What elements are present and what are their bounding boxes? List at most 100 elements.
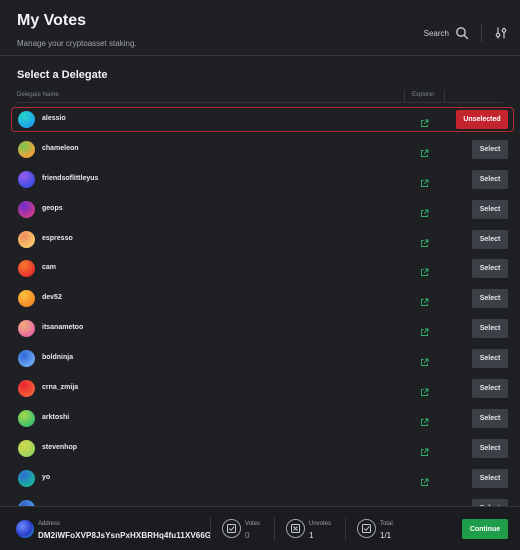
delegate-row[interactable]: dev52 Select [0,285,520,315]
delegate-name: dev52 [42,294,62,302]
delegate-avatar [18,439,35,457]
unvotes-icon [286,519,305,538]
external-link-icon[interactable] [420,294,429,307]
select-button[interactable]: Select [472,169,508,189]
address-label: Address [38,521,61,527]
header-divider [481,24,482,42]
votes-icon [222,519,241,538]
select-button[interactable]: Select [472,408,508,428]
external-link-icon[interactable] [420,384,429,396]
delegate-name: cam [42,264,57,272]
external-link-icon[interactable] [420,354,429,367]
select-button[interactable]: Select [472,438,508,458]
total-label: Total [380,521,393,527]
delegate-avatar [18,140,35,158]
select-button[interactable]: Select [472,319,508,339]
selected-row-outline [11,107,514,132]
filter-sliders-icon[interactable] [494,26,508,40]
delegate-avatar [18,260,35,278]
delegate-name: itsanametoo [42,324,84,332]
delegate-avatar [18,111,35,128]
delegate-name: boldninja [42,354,74,362]
external-link-icon[interactable] [420,115,429,127]
select-button[interactable]: Select [472,349,508,369]
delegate-row[interactable]: arktoshi Select [0,405,520,435]
unvotes-label: Unvotes [309,521,332,527]
column-divider [444,90,445,102]
delegate-row[interactable]: itsanametoo Select [0,315,520,345]
delegate-avatar [18,230,35,248]
delegate-avatar [18,200,35,218]
delegate-list-panel: Select a Delegate Delegate Name Explorer… [0,56,520,506]
select-button[interactable]: Select [472,498,508,506]
delegate-rows: alessio Unselected chameleon Select friendso… [0,106,520,506]
delegate-row[interactable]: espresso Select [0,226,520,256]
delegate-avatar [18,469,35,487]
page-header: My Votes Manage your cryptoasset staking… [0,0,520,56]
delegate-name: geops [42,204,63,212]
delegate-avatar [18,290,35,308]
external-link-icon[interactable] [420,175,429,187]
column-header-name: Delegate Name [17,92,59,98]
delegate-name: alessio [42,115,66,122]
footer-divider [274,517,275,541]
external-link-icon[interactable] [420,235,429,247]
table-header-line [17,102,503,103]
delegate-row[interactable]: boldninja Select [0,345,520,375]
total-icon [357,519,376,538]
external-link-icon[interactable] [420,324,429,337]
select-button[interactable]: Select [472,199,508,219]
select-button[interactable]: Select [472,259,508,279]
vote-summary-footer: Address DM2iWFoXVP8JsYsnPxHXBRHq4fu11XV6… [0,506,520,550]
delegate-row[interactable]: geops Select [0,196,520,226]
unselect-button[interactable]: Unselected [456,110,508,129]
delegate-name: espresso [42,234,73,242]
external-link-icon[interactable] [420,264,429,277]
delegate-name: chameleon [42,144,79,152]
continue-button[interactable]: Continue [462,519,508,539]
delegate-avatar [18,170,35,188]
search-label[interactable]: Search [424,29,449,38]
delegate-name: friendsoflittleyus [42,174,99,182]
select-button[interactable]: Select [472,468,508,488]
delegate-row[interactable]: chameleon Select [0,136,520,166]
footer-divider [345,517,346,541]
column-header-explorer: Explorer [412,92,435,98]
delegate-name: arktoshi [42,413,70,421]
delegate-row[interactable]: friendsoflittleyus Select [0,166,520,196]
total-value: 1/1 [380,531,392,540]
unvotes-value: 1 [309,531,314,540]
delegate-avatar [18,380,35,398]
delegate-name: stevenhop [42,443,78,451]
column-divider [404,90,405,102]
delegate-avatar [18,350,35,368]
external-link-icon[interactable] [420,444,429,456]
select-button[interactable]: Select [472,379,508,399]
delegate-row[interactable]: alessio Unselected [0,106,520,136]
delegate-row[interactable]: crna_zmija Select [0,375,520,405]
external-link-icon[interactable] [420,205,429,217]
delegate-row[interactable]: Select [0,495,520,506]
external-link-icon[interactable] [420,474,429,486]
delegate-avatar [18,320,35,338]
votes-label: Votes [245,521,261,527]
votes-value: 0 [245,531,250,540]
select-button[interactable]: Select [472,229,508,249]
wallet-address: DM2iWFoXVP8JsYsnPxHXBRHq4fu11XV66G [38,531,212,540]
delegate-avatar [18,409,35,427]
section-title: Select a Delegate [17,69,108,81]
delegate-row[interactable]: cam Select [0,255,520,285]
delegate-row[interactable]: stevenhop Select [0,435,520,465]
table-header: Delegate Name Explorer [0,90,520,104]
delegate-name: crna_zmija [42,384,79,392]
wallet-avatar [16,520,34,538]
header-actions: Search [424,24,508,42]
search-icon[interactable] [455,26,469,40]
external-link-icon[interactable] [420,145,429,157]
select-button[interactable]: Select [472,139,508,159]
external-link-icon[interactable] [420,414,429,426]
delegate-name: yo [42,473,51,481]
delegate-row[interactable]: yo Select [0,465,520,495]
footer-divider [210,517,211,541]
select-button[interactable]: Select [472,289,508,309]
